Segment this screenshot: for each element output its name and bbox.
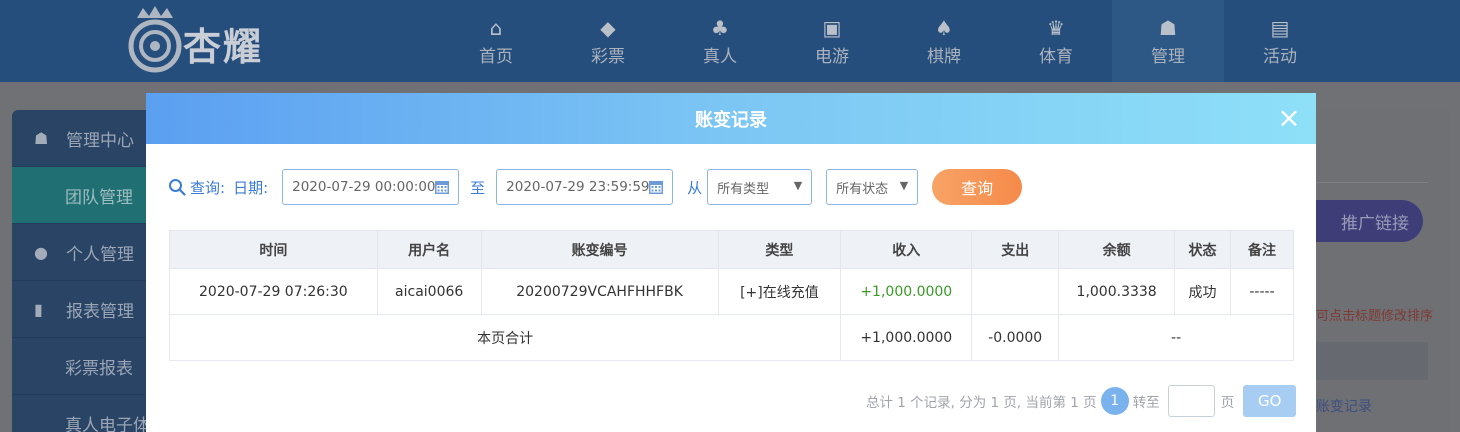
users-icon: ☗ — [1159, 15, 1177, 40]
cell-status: 成功 — [1174, 268, 1232, 315]
nav-live-dealer[interactable]: ♣ 真人 — [664, 0, 776, 82]
nav-label: 棋牌 — [927, 46, 961, 67]
to-label: 至 — [470, 178, 486, 197]
nav-label: 管理 — [1151, 46, 1185, 67]
query-button[interactable]: 查询 — [932, 169, 1023, 205]
page-number-current[interactable]: 1 — [1100, 387, 1129, 415]
account-change-modal: 账变记录 × 查询: 日期: 2020-07-29 00:00:00 至 202… — [146, 93, 1316, 432]
status-select-value: 所有状态 — [836, 181, 889, 197]
home-icon: ⌂ — [489, 15, 503, 40]
page-unit-label: 页 — [1220, 395, 1235, 411]
cell-time: 2020-07-29 07:26:30 — [169, 268, 378, 315]
crown-emblem-icon — [128, 6, 182, 73]
go-button[interactable]: GO — [1243, 385, 1297, 417]
cell-type: [+]在线充值 — [717, 268, 842, 315]
cell-expense — [971, 268, 1060, 315]
cell-username: aicai0066 — [376, 268, 482, 315]
nav-label: 活动 — [1263, 46, 1297, 67]
report-icon: ▮ — [34, 299, 43, 319]
dropdown-arrow-icon: ▼ — [793, 179, 803, 192]
close-icon[interactable]: × — [1276, 104, 1302, 132]
background-table-header — [1310, 342, 1428, 380]
type-select-value: 所有类型 — [717, 181, 770, 197]
start-date-value: 2020-07-29 00:00:00 — [292, 179, 436, 195]
nav-label: 彩票 — [591, 46, 625, 67]
end-date-input[interactable]: 2020-07-29 23:59:59 — [496, 169, 674, 205]
account-change-link[interactable]: 账变记录 — [1316, 396, 1372, 416]
nav-home[interactable]: ⌂ 首页 — [440, 0, 552, 82]
pagination-summary: 总计 1 个记录, 分为 1 页, 当前第 1 页 — [866, 395, 1097, 411]
page-jump-input[interactable] — [1167, 385, 1215, 417]
sidebar-item-label: 真人电子体 — [65, 415, 150, 432]
column-header-change-id[interactable]: 账变编号 — [480, 230, 719, 269]
nav-label: 真人 — [703, 46, 737, 67]
cards-icon: ♠ — [935, 15, 953, 40]
sidebar-item-label: 管理中心 — [66, 130, 134, 151]
type-select[interactable]: 所有类型 ▼ — [707, 169, 813, 205]
trophy-icon: ♛ — [1047, 15, 1065, 40]
nav-cards[interactable]: ♠ 棋牌 — [888, 0, 1000, 82]
nav-promotions[interactable]: ▤ 活动 — [1224, 0, 1336, 82]
sidebar-item-label: 报表管理 — [66, 301, 134, 322]
sidebar-item-label: 团队管理 — [65, 187, 133, 208]
column-header-time[interactable]: 时间 — [169, 230, 378, 269]
total-income: +1,000.0000 — [840, 314, 973, 361]
lottery-icon: ◆ — [600, 15, 616, 40]
site-logo[interactable]: 杏耀 — [125, 4, 290, 76]
cell-balance: 1,000.3338 — [1058, 268, 1176, 315]
date-label: 日期: — [233, 178, 269, 197]
pagination: 总计 1 个记录, 分为 1 页, 当前第 1 页 1 转至 页 GO — [866, 385, 1297, 417]
modal-header: 账变记录 × — [146, 93, 1316, 144]
logo-text: 杏耀 — [183, 24, 264, 69]
slot-game-icon: ▣ — [822, 15, 842, 40]
column-header-remark[interactable]: 备注 — [1230, 230, 1294, 269]
goto-label: 转至 — [1132, 395, 1160, 411]
cell-income: +1,000.0000 — [840, 268, 973, 315]
gift-icon: ▤ — [1270, 15, 1290, 40]
live-dealer-icon: ♣ — [711, 15, 729, 40]
nav-label: 首页 — [479, 46, 513, 67]
column-header-expense[interactable]: 支出 — [971, 230, 1060, 269]
divider — [1310, 182, 1428, 183]
query-label: 查询: — [190, 178, 226, 197]
calendar-icon[interactable] — [648, 179, 664, 195]
nav-lottery[interactable]: ◆ 彩票 — [552, 0, 664, 82]
dropdown-arrow-icon: ▼ — [899, 179, 909, 192]
top-navigation-bar: 杏耀 ⌂ 首页 ◆ 彩票 ♣ 真人 ▣ 电游 ♠ 棋牌 ♛ 体育 ☗ 管理 ▤ … — [0, 0, 1460, 82]
modal-title: 账变记录 — [695, 109, 767, 131]
nav-label: 电游 — [815, 46, 849, 67]
nav-label: 体育 — [1039, 46, 1073, 67]
account-change-table: 时间 用户名 账变编号 类型 收入 支出 余额 状态 备注 2020-07-29… — [168, 230, 1294, 361]
column-header-username[interactable]: 用户名 — [376, 230, 482, 269]
page-total-row: 本页合计 +1,000.0000 -0.0000 -- — [168, 314, 1294, 361]
users-icon: ☗ — [34, 128, 49, 148]
main-nav: ⌂ 首页 ◆ 彩票 ♣ 真人 ▣ 电游 ♠ 棋牌 ♛ 体育 ☗ 管理 ▤ 活动 — [440, 0, 1336, 82]
cell-change-id: 20200729VCAHFHHFBK — [480, 268, 719, 315]
sidebar-item-label: 个人管理 — [66, 244, 134, 265]
total-label: 本页合计 — [168, 314, 842, 361]
start-date-input[interactable]: 2020-07-29 00:00:00 — [282, 169, 460, 205]
nav-management[interactable]: ☗ 管理 — [1112, 0, 1224, 82]
cell-remark: ----- — [1230, 268, 1294, 315]
sidebar-item-label: 彩票报表 — [65, 358, 133, 379]
end-date-value: 2020-07-29 23:59:59 — [506, 179, 650, 195]
sort-hint-text: 可点击标题修改排序 — [1316, 309, 1434, 324]
user-icon: ● — [34, 242, 48, 262]
search-icon — [169, 179, 186, 196]
calendar-icon[interactable] — [434, 179, 450, 195]
column-header-balance[interactable]: 余额 — [1058, 230, 1176, 269]
status-select[interactable]: 所有状态 ▼ — [826, 169, 919, 205]
column-header-income[interactable]: 收入 — [840, 230, 973, 269]
table-row: 2020-07-29 07:26:30 aicai0066 20200729VC… — [169, 268, 1294, 315]
query-bar: 查询: 日期: 2020-07-29 00:00:00 至 2020-07-29… — [168, 169, 1023, 205]
table-header-row: 时间 用户名 账变编号 类型 收入 支出 余额 状态 备注 — [169, 230, 1294, 269]
from-label: 从 — [687, 178, 703, 197]
column-header-status[interactable]: 状态 — [1174, 230, 1232, 269]
nav-slot-games[interactable]: ▣ 电游 — [776, 0, 888, 82]
total-balance: -- — [1058, 314, 1294, 361]
total-expense: -0.0000 — [971, 314, 1060, 361]
column-header-type[interactable]: 类型 — [717, 230, 842, 269]
nav-sports[interactable]: ♛ 体育 — [1000, 0, 1112, 82]
promo-link-label: 推广链接 — [1341, 213, 1409, 234]
